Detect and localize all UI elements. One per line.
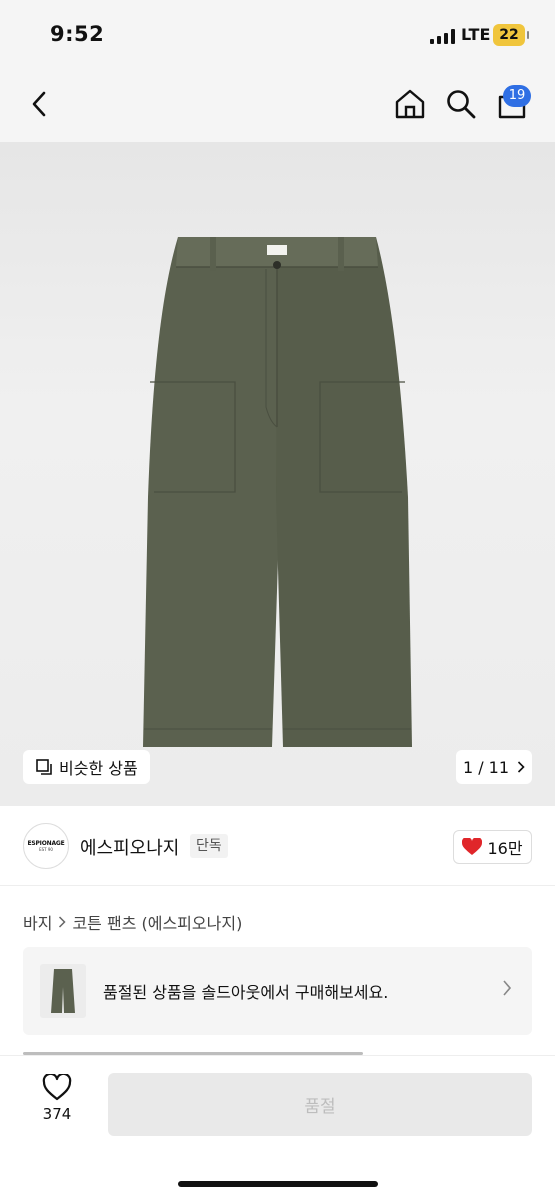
- brand-row: ESPIONAGE EST 90 에스피오나지 단독 16만: [0, 806, 555, 886]
- back-button[interactable]: [22, 86, 58, 122]
- search-icon: [447, 90, 476, 119]
- similar-products-button[interactable]: 비슷한 상품: [23, 750, 150, 784]
- soldout-button: 품절: [108, 1073, 532, 1136]
- breadcrumb-category[interactable]: 바지: [23, 910, 52, 934]
- search-button[interactable]: [443, 86, 479, 122]
- home-button[interactable]: [392, 86, 428, 122]
- breadcrumb: 바지 코튼 팬츠 (에스피오나지): [23, 910, 242, 934]
- brand-logo[interactable]: ESPIONAGE EST 90: [23, 823, 69, 869]
- chevron-right-icon: [59, 916, 67, 928]
- brand-logo-subtext: EST 90: [39, 847, 53, 852]
- nav-bar: [0, 70, 555, 142]
- chevron-right-icon: [503, 980, 512, 996]
- brand-like-count: 16만: [487, 839, 523, 858]
- exclusive-badge: 단독: [190, 834, 228, 858]
- banner-thumbnail: [40, 964, 86, 1018]
- home-indicator: [178, 1181, 378, 1187]
- heart-filled-icon: [462, 838, 483, 855]
- bottom-action-bar: 374 품절: [0, 1055, 555, 1200]
- brand-name[interactable]: 에스피오나지: [80, 834, 179, 860]
- heart-outline-icon: [42, 1074, 72, 1101]
- brand-like-button[interactable]: 16만: [453, 830, 532, 864]
- pants-thumbnail-icon: [51, 969, 75, 1013]
- brand-logo-text: ESPIONAGE: [27, 840, 65, 847]
- home-icon: [395, 89, 425, 119]
- copy-icon: [36, 759, 52, 775]
- image-pager-button[interactable]: 1 / 11: [456, 750, 532, 784]
- image-pager-label: 1 / 11: [462, 757, 510, 777]
- chevron-right-icon: [517, 761, 525, 773]
- similar-products-label: 비슷한 상품: [59, 759, 138, 778]
- product-image: [143, 237, 412, 747]
- chevron-left-icon: [32, 91, 46, 117]
- signal-icon: [430, 28, 455, 44]
- banner-text: 품절된 상품을 솔드아웃에서 구매해보세요.: [103, 983, 389, 1002]
- wishlist-button[interactable]: 374: [28, 1074, 86, 1134]
- cart-count-badge: 19: [503, 85, 531, 107]
- product-image-carousel[interactable]: 비슷한 상품 1 / 11: [0, 142, 555, 806]
- battery-icon: 22: [493, 24, 529, 46]
- soldout-marketplace-banner[interactable]: 품절된 상품을 솔드아웃에서 구매해보세요.: [23, 947, 532, 1035]
- wishlist-count: 374: [42, 1105, 72, 1123]
- breadcrumb-product[interactable]: 코튼 팬츠 (에스피오나지): [72, 910, 242, 934]
- status-bar: 9:52 LTE 22: [0, 0, 555, 70]
- status-time: 9:52: [50, 22, 105, 46]
- network-label: LTE: [461, 25, 491, 44]
